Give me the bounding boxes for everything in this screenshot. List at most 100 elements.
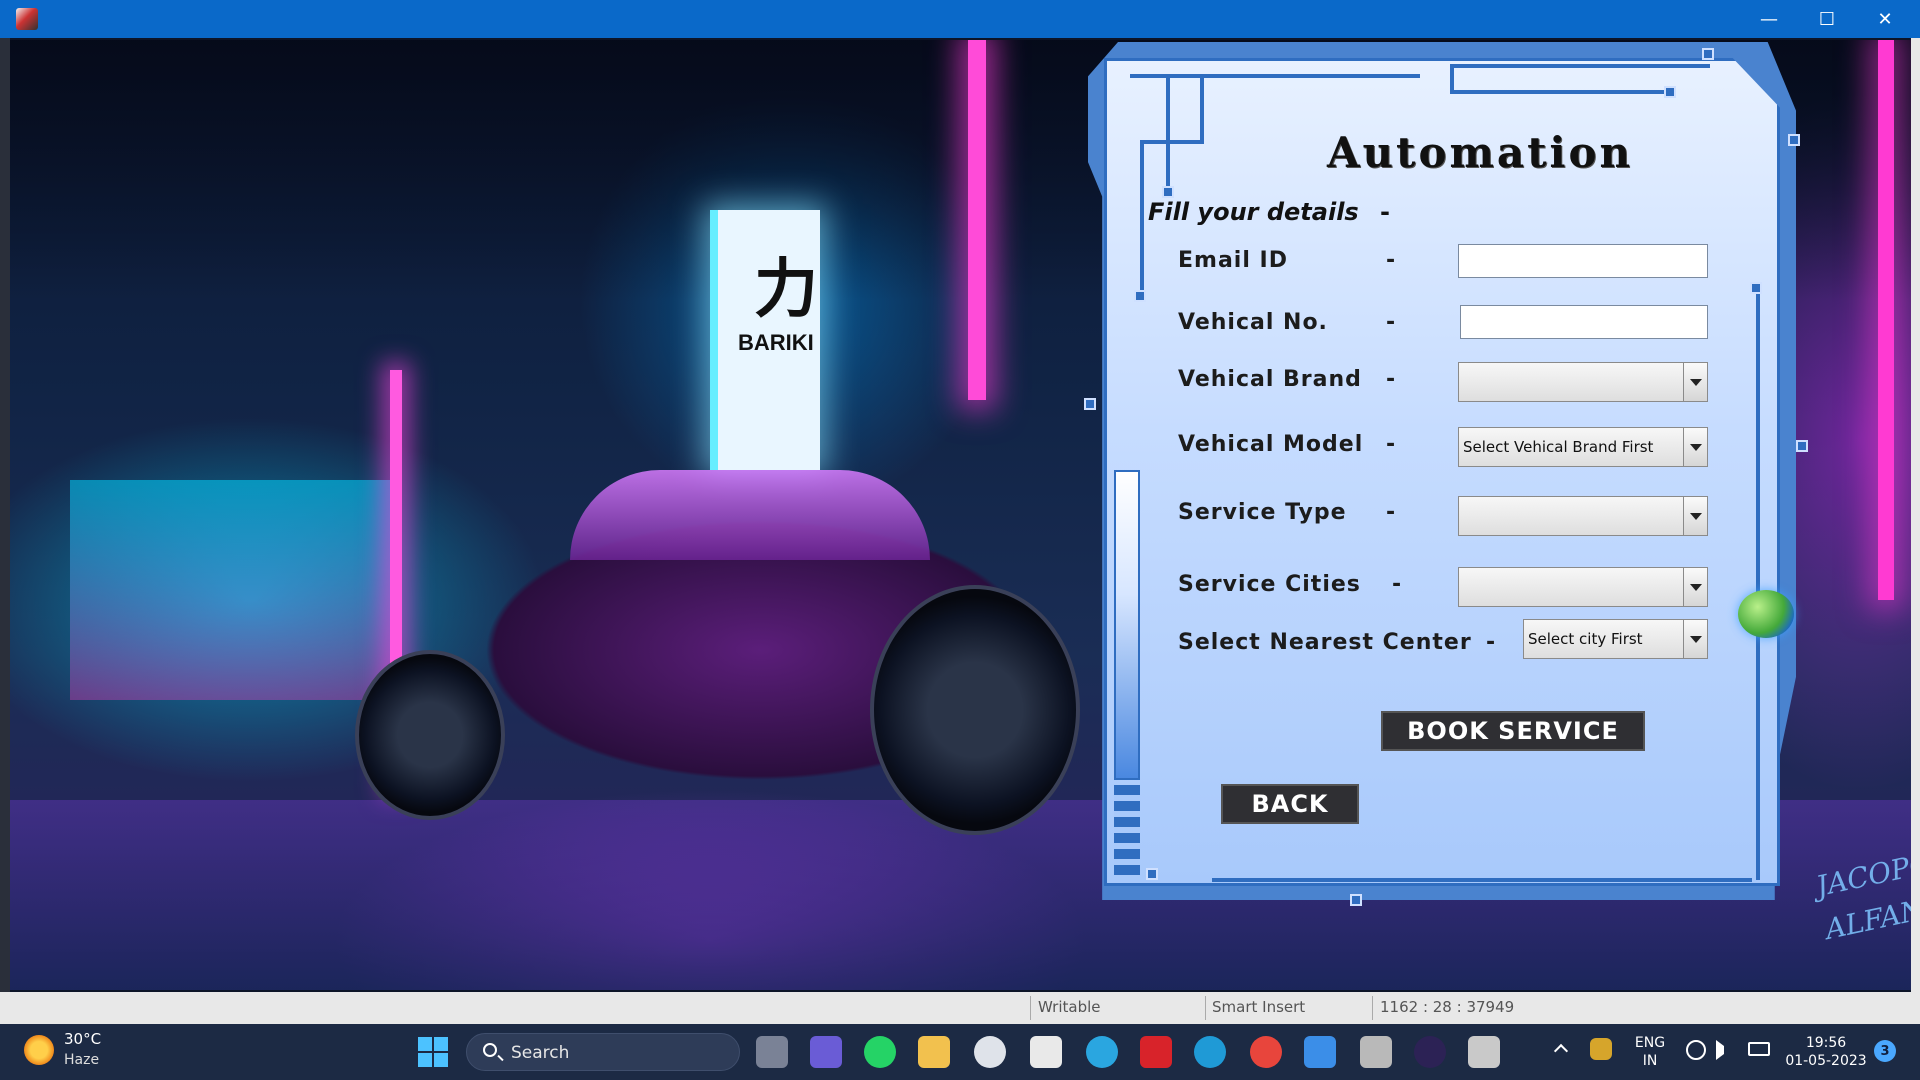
window-titlebar[interactable]: — ☐ ✕ [0, 0, 1920, 38]
weather-icon[interactable] [24, 1035, 54, 1065]
neon-pillar [1878, 40, 1894, 600]
task-view-icon[interactable] [756, 1036, 788, 1068]
taskbar-search[interactable]: Search [466, 1033, 740, 1071]
chevron-down-icon[interactable] [1683, 363, 1707, 401]
editor-statusbar: Writable Smart Insert 1162 : 28 : 37949 [0, 992, 1920, 1024]
maximize-button[interactable]: ☐ [1798, 0, 1856, 38]
status-insert-mode: Smart Insert [1212, 998, 1306, 1016]
java-app-icon[interactable] [1360, 1036, 1392, 1068]
circuit-line [1756, 290, 1760, 880]
circuit-line [1200, 74, 1204, 144]
select-value: Select city First [1528, 630, 1643, 648]
battery-icon[interactable] [1748, 1042, 1770, 1056]
weather-temperature[interactable]: 30°C [64, 1030, 101, 1048]
circuit-line [1140, 140, 1144, 296]
teams-icon[interactable] [810, 1036, 842, 1068]
help-icon[interactable] [1086, 1036, 1118, 1068]
network-icon[interactable] [1686, 1040, 1706, 1060]
car-wheel [355, 650, 505, 820]
circuit-node [1750, 282, 1762, 294]
vehicle-number-field[interactable] [1460, 305, 1708, 339]
circuit-node [1084, 398, 1096, 410]
file-explorer-icon[interactable] [918, 1036, 950, 1068]
car-wheel [870, 585, 1080, 835]
status-mode: Writable [1038, 998, 1101, 1016]
status-separator [1030, 996, 1031, 1020]
language-code: ENG [1634, 1035, 1666, 1051]
circuit-line [1166, 74, 1170, 190]
field-dash: - [1386, 500, 1396, 525]
search-icon [483, 1043, 497, 1057]
back-button[interactable]: BACK [1221, 784, 1359, 824]
vehicle-number-label: Vehical No. [1178, 310, 1328, 335]
taskbar: 30°C Haze Search ENG IN 19:56 01-05-2023… [0, 1024, 1920, 1080]
chevron-down-icon[interactable] [1683, 568, 1707, 606]
language-indicator[interactable]: ENG IN [1630, 1034, 1670, 1070]
car-roof [570, 470, 930, 560]
book-service-button[interactable]: BOOK SERVICE [1381, 711, 1645, 751]
select-value: Select Vehical Brand First [1463, 438, 1654, 456]
clock[interactable]: 19:56 01-05-2023 [1782, 1034, 1870, 1070]
email-field[interactable] [1458, 244, 1708, 278]
field-dash: - [1386, 367, 1396, 392]
whatsapp-icon[interactable] [864, 1036, 896, 1068]
tray-overflow-icon[interactable] [1553, 1043, 1569, 1059]
clock-time: 19:56 [1805, 1035, 1847, 1051]
service-type-select[interactable] [1458, 496, 1708, 536]
service-cities-select[interactable] [1458, 567, 1708, 607]
neon-pillar [968, 40, 986, 400]
progress-bar-decoration [1114, 470, 1140, 780]
circuit-line [1130, 74, 1420, 78]
app-icon[interactable] [974, 1036, 1006, 1068]
close-button[interactable]: ✕ [1856, 0, 1914, 38]
tick-marks-decoration [1114, 785, 1140, 875]
circuit-line [1450, 64, 1710, 68]
search-label: Search [511, 1043, 570, 1063]
minimize-button[interactable]: — [1740, 0, 1798, 38]
chrome-icon[interactable] [1250, 1036, 1282, 1068]
service-type-label: Service Type [1178, 500, 1347, 525]
circuit-node [1702, 48, 1714, 60]
notification-badge[interactable]: 3 [1874, 1040, 1896, 1062]
status-cursor-position: 1162 : 28 : 37949 [1380, 998, 1515, 1016]
java-app-active-icon[interactable] [1468, 1036, 1500, 1068]
circuit-node [1146, 868, 1158, 880]
circuit-node [1162, 186, 1174, 198]
globe-icon [1738, 590, 1794, 638]
chevron-down-icon[interactable] [1683, 620, 1707, 658]
vehicle-model-label: Vehical Model [1178, 432, 1364, 457]
chevron-down-icon[interactable] [1683, 497, 1707, 535]
circuit-node [1664, 86, 1676, 98]
vehicle-brand-select[interactable] [1458, 362, 1708, 402]
circuit-node [1788, 134, 1800, 146]
region-code: IN [1642, 1053, 1658, 1069]
chevron-down-icon[interactable] [1683, 428, 1707, 466]
circuit-node [1796, 440, 1808, 452]
tray-app-icon[interactable] [1590, 1038, 1612, 1060]
field-dash: - [1486, 630, 1496, 655]
service-cities-label: Service Cities [1178, 572, 1361, 597]
windows-start-icon[interactable] [418, 1037, 448, 1067]
photos-icon[interactable] [1304, 1036, 1336, 1068]
status-separator [1205, 996, 1206, 1020]
sign-glyph: 力 [754, 253, 818, 327]
window-edge-right [1911, 38, 1920, 992]
subtitle-dash: - [1380, 198, 1390, 226]
weather-description[interactable]: Haze [64, 1052, 99, 1068]
mcafee-icon[interactable] [1140, 1036, 1172, 1068]
field-dash: - [1386, 248, 1396, 273]
volume-icon[interactable] [1716, 1040, 1736, 1060]
field-dash: - [1386, 432, 1396, 457]
window-edge-left [0, 38, 10, 992]
edge-icon[interactable] [1194, 1036, 1226, 1068]
circuit-node [1134, 290, 1146, 302]
vehicle-model-select[interactable]: Select Vehical Brand First [1458, 427, 1708, 467]
microsoft-store-icon[interactable] [1030, 1036, 1062, 1068]
field-dash: - [1386, 310, 1396, 335]
field-dash: - [1392, 572, 1402, 597]
eclipse-icon[interactable] [1414, 1036, 1446, 1068]
nearest-center-select[interactable]: Select city First [1523, 619, 1708, 659]
circuit-line [1140, 140, 1204, 144]
form-subtitle: Fill your details [1148, 198, 1359, 226]
circuit-node [1350, 894, 1362, 906]
